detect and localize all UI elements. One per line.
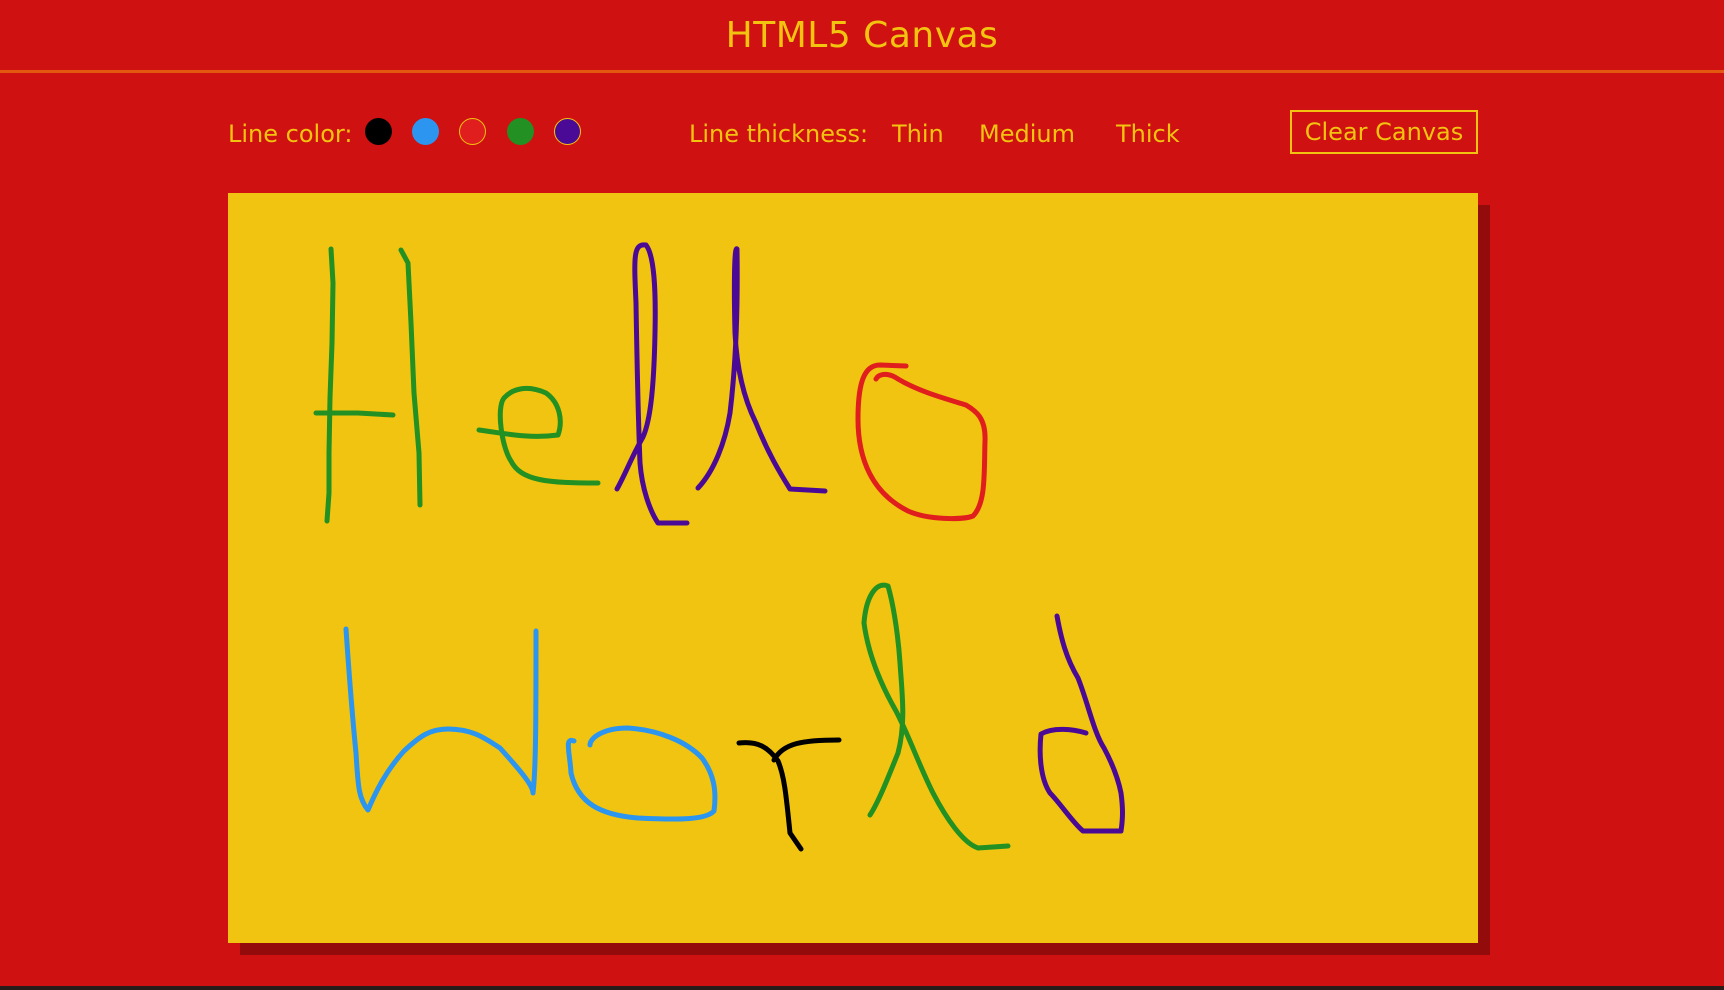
stroke-l-1 bbox=[614, 242, 690, 526]
color-swatch-black[interactable] bbox=[365, 118, 392, 145]
stroke-l-2 bbox=[695, 246, 828, 494]
color-swatch-green[interactable] bbox=[507, 118, 534, 145]
stroke-d-purple bbox=[1037, 613, 1125, 834]
thickness-thin[interactable]: Thin bbox=[892, 120, 944, 148]
stroke-l-green bbox=[861, 582, 1011, 851]
stroke-r-black bbox=[736, 737, 842, 852]
thickness-thick[interactable]: Thick bbox=[1116, 120, 1180, 148]
stroke-o-blue bbox=[565, 725, 718, 822]
stroke-o-red bbox=[855, 362, 988, 522]
stroke-h-bar bbox=[313, 410, 396, 418]
drawing-canvas[interactable] bbox=[228, 193, 1478, 943]
toolbar: Line color: Line thickness: Thin Medium … bbox=[228, 108, 1478, 156]
color-swatch-red[interactable] bbox=[459, 118, 486, 145]
page-bottom-edge bbox=[0, 986, 1724, 990]
page-title: HTML5 Canvas bbox=[725, 14, 999, 56]
stroke-h-right bbox=[398, 247, 423, 508]
thickness-medium[interactable]: Medium bbox=[979, 120, 1075, 148]
clear-canvas-button[interactable]: Clear Canvas bbox=[1290, 110, 1478, 154]
page-header: HTML5 Canvas bbox=[0, 0, 1724, 73]
stroke-e bbox=[476, 385, 601, 486]
line-color-label: Line color: bbox=[228, 120, 353, 148]
drawing-surface bbox=[313, 242, 1125, 852]
stroke-w-blue bbox=[343, 626, 539, 813]
color-swatch-blue[interactable] bbox=[412, 118, 439, 145]
line-thickness-label: Line thickness: bbox=[689, 120, 869, 148]
color-swatch-purple[interactable] bbox=[554, 118, 581, 145]
stroke-h-left bbox=[324, 246, 336, 524]
